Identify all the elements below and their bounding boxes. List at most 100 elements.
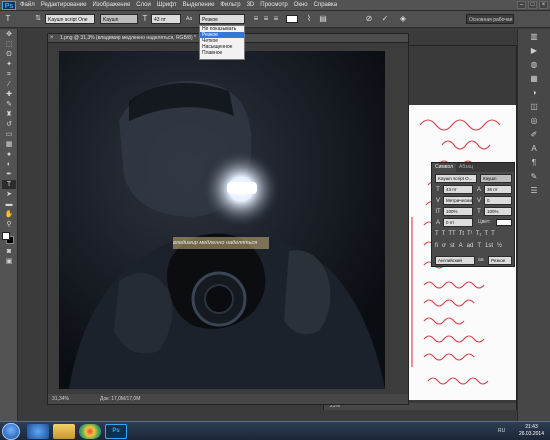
menu-edit[interactable]: Редактирование <box>41 0 87 11</box>
faux-bold-icon[interactable]: T <box>435 231 439 237</box>
menu-type[interactable]: Шрифт <box>157 0 177 11</box>
shape-tool-icon[interactable]: ▬ <box>2 200 16 209</box>
start-button[interactable] <box>2 423 20 440</box>
commit-icon[interactable]: ✓ <box>380 14 390 24</box>
brush-tool-icon[interactable]: ✎ <box>2 100 16 109</box>
move-tool-icon[interactable]: ✥ <box>2 30 16 39</box>
ligatures-icon[interactable]: fi <box>435 243 438 249</box>
marquee-tool-icon[interactable]: ⬚ <box>2 40 16 49</box>
lasso-tool-icon[interactable]: ʘ <box>2 50 16 59</box>
history-panel-icon[interactable]: ▥ <box>527 31 541 43</box>
text-layer[interactable]: владимир медленно наделяться <box>173 238 269 248</box>
all-caps-icon[interactable]: TT <box>448 231 455 237</box>
type-tool-icon[interactable]: T <box>3 14 13 24</box>
explorer-icon[interactable] <box>53 424 75 439</box>
paragraph-panel-icon[interactable]: ¶ <box>527 157 541 169</box>
adjustments-panel-icon[interactable]: ◑ <box>527 87 541 99</box>
3d-icon[interactable]: ◈ <box>398 14 408 24</box>
blur-tool-icon[interactable]: ● <box>2 150 16 159</box>
cancel-icon[interactable]: ⊘ <box>364 14 374 24</box>
maximize-button[interactable]: □ <box>528 1 537 9</box>
character-panel-icon[interactable]: A <box>527 143 541 155</box>
language-indicator[interactable]: RU <box>498 428 505 434</box>
menu-file[interactable]: Файл <box>20 0 35 11</box>
strikethrough-icon[interactable]: T <box>491 231 495 237</box>
faux-italic-icon[interactable]: T <box>442 231 446 237</box>
zoom-level[interactable]: 31,34% <box>52 394 69 404</box>
hand-tool-icon[interactable]: ✋ <box>2 210 16 219</box>
path-selection-tool-icon[interactable]: ➤ <box>2 190 16 199</box>
text-orientation-icon[interactable]: ⇅ <box>33 14 43 24</box>
fractions-icon[interactable]: T <box>477 243 481 249</box>
menu-select[interactable]: Выделение <box>183 0 215 11</box>
char-size-field[interactable]: 43 пт <box>443 185 473 194</box>
font-style-select[interactable]: Kaушn <box>100 14 138 24</box>
char-baseline-field[interactable]: 0 пт <box>443 218 473 227</box>
brush-panel-icon[interactable]: ✎ <box>527 171 541 183</box>
antialias-select[interactable]: Резкое <box>199 14 245 24</box>
magic-wand-tool-icon[interactable]: ✦ <box>2 60 16 69</box>
foreground-color-swatch[interactable] <box>2 232 10 240</box>
pen-tool-icon[interactable]: ✒ <box>2 170 16 179</box>
quick-mask-icon[interactable]: ◙ <box>2 247 16 256</box>
char-leading-field[interactable]: 36 пт <box>484 185 512 194</box>
warp-text-icon[interactable]: ⌇ <box>304 14 314 24</box>
channels-panel-icon[interactable]: ◎ <box>527 115 541 127</box>
char-kerning-field[interactable]: Метрический <box>443 196 473 205</box>
font-family-select[interactable]: Kaушn script One <box>45 14 95 24</box>
type-tool-icon[interactable]: T <box>2 180 16 189</box>
text-color-swatch[interactable] <box>286 15 298 23</box>
small-caps-icon[interactable]: Tt <box>459 231 464 237</box>
menu-layers[interactable]: Слои <box>136 0 151 11</box>
alt-icon[interactable]: 1st <box>485 243 493 249</box>
document-close-icon[interactable]: × <box>50 34 54 43</box>
paths-panel-icon[interactable]: ✐ <box>527 129 541 141</box>
workspace-select[interactable]: Основная рабочая среда <box>466 14 514 24</box>
menu-view[interactable]: Просмотр <box>260 0 287 11</box>
doc-size-info[interactable]: Док: 17,0M/17,0M <box>100 394 140 404</box>
stylistic-icon[interactable]: st <box>450 243 455 249</box>
canvas-photo[interactable]: владимир медленно наделяться <box>59 51 385 389</box>
healing-brush-tool-icon[interactable]: ✚ <box>2 90 16 99</box>
dodge-tool-icon[interactable]: ◐ <box>2 160 16 169</box>
eraser-tool-icon[interactable]: ▭ <box>2 130 16 139</box>
photoshop-taskbar-icon[interactable]: Ps <box>105 424 127 439</box>
screen-mode-icon[interactable]: ▣ <box>2 257 16 266</box>
frac-icon[interactable]: ½ <box>497 243 502 249</box>
antialias-option-smooth[interactable]: Плавное <box>200 50 244 56</box>
swash-icon[interactable]: ơ <box>442 243 446 249</box>
system-clock[interactable]: 21:43 26.03.2014 <box>519 424 544 438</box>
titling-icon[interactable]: A <box>459 243 463 249</box>
tab-character[interactable]: Символ <box>432 163 457 172</box>
superscript-icon[interactable]: T¹ <box>467 231 473 237</box>
swatches-panel-icon[interactable]: ▦ <box>527 73 541 85</box>
align-right-icon[interactable]: ≡ <box>272 14 280 24</box>
gradient-tool-icon[interactable]: ▦ <box>2 140 16 149</box>
actions-panel-icon[interactable]: ▶ <box>527 45 541 57</box>
menu-window[interactable]: Окно <box>294 0 308 11</box>
minimize-button[interactable]: – <box>517 1 526 9</box>
char-language-select[interactable]: Английский <box>435 256 475 265</box>
menu-help[interactable]: Справка <box>314 0 338 11</box>
char-vscale-field[interactable]: 100% <box>443 207 473 216</box>
font-size-field[interactable]: 43 пт <box>151 14 181 24</box>
ie-icon[interactable] <box>27 424 49 439</box>
document-window[interactable]: 1.png @ 31,3% (владимир медленно наделят… <box>47 33 409 405</box>
underline-icon[interactable]: T <box>484 231 488 237</box>
menu-3d[interactable]: 3D <box>247 0 255 11</box>
menu-filter[interactable]: Фильтр <box>220 0 240 11</box>
char-tracking-field[interactable]: 0 <box>484 196 512 205</box>
align-left-icon[interactable]: ≡ <box>252 14 260 24</box>
panels-toggle-icon[interactable]: ▤ <box>318 14 328 24</box>
ordinals-icon[interactable]: ad <box>467 243 474 249</box>
chrome-icon[interactable] <box>79 424 101 439</box>
eyedropper-tool-icon[interactable]: ⁄ <box>2 80 16 89</box>
char-aa-select[interactable]: Резкое <box>488 256 512 265</box>
tab-paragraph[interactable]: Абзац <box>456 163 476 172</box>
close-button[interactable]: × <box>539 1 548 9</box>
menu-image[interactable]: Изображение <box>92 0 130 11</box>
color-panel-icon[interactable]: ◍ <box>527 59 541 71</box>
properties-panel-icon[interactable]: ☰ <box>527 185 541 197</box>
zoom-tool-icon[interactable]: ⚲ <box>2 220 16 229</box>
subscript-icon[interactable]: T₁ <box>476 231 482 237</box>
